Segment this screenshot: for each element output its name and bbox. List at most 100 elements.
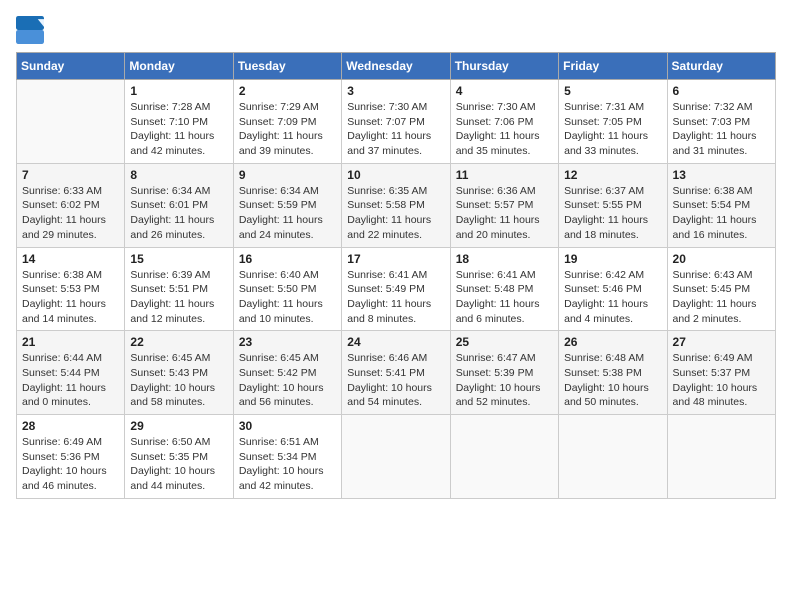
calendar-cell: 28 Sunrise: 6:49 AM Sunset: 5:36 PM Dayli… bbox=[17, 415, 125, 499]
day-number: 20 bbox=[673, 252, 770, 266]
calendar-cell: 5 Sunrise: 7:31 AM Sunset: 7:05 PM Daylig… bbox=[559, 80, 667, 164]
calendar-cell: 14Sunrise: 6:38 AM Sunset: 5:53 PM Dayli… bbox=[17, 247, 125, 331]
calendar-cell: 6 Sunrise: 7:32 AM Sunset: 7:03 PM Daylig… bbox=[667, 80, 775, 164]
logo-icon bbox=[16, 16, 44, 44]
calendar-cell: 9 Sunrise: 6:34 AM Sunset: 5:59 PM Daylig… bbox=[233, 163, 341, 247]
column-header-tuesday: Tuesday bbox=[233, 53, 341, 80]
day-number: 17 bbox=[347, 252, 444, 266]
column-header-saturday: Saturday bbox=[667, 53, 775, 80]
day-number: 1 bbox=[130, 84, 227, 98]
day-number: 28 bbox=[22, 419, 119, 433]
day-info: Sunrise: 6:49 AM Sunset: 5:37 PM Dayligh… bbox=[673, 351, 770, 410]
calendar-cell: 26 Sunrise: 6:48 AM Sunset: 5:38 PM Dayli… bbox=[559, 331, 667, 415]
calendar-cell: 16 Sunrise: 6:40 AM Sunset: 5:50 PM Dayli… bbox=[233, 247, 341, 331]
day-info: Sunrise: 7:30 AM Sunset: 7:06 PM Dayligh… bbox=[456, 100, 553, 159]
day-number: 6 bbox=[673, 84, 770, 98]
day-info: Sunrise: 6:38 AM Sunset: 5:54 PM Dayligh… bbox=[673, 184, 770, 243]
day-info: Sunrise: 6:39 AM Sunset: 5:51 PM Dayligh… bbox=[130, 268, 227, 327]
day-number: 15 bbox=[130, 252, 227, 266]
day-info: Sunrise: 6:41 AM Sunset: 5:49 PM Dayligh… bbox=[347, 268, 444, 327]
logo bbox=[16, 16, 48, 44]
column-header-sunday: Sunday bbox=[17, 53, 125, 80]
calendar-cell: 23 Sunrise: 6:45 AM Sunset: 5:42 PM Dayli… bbox=[233, 331, 341, 415]
calendar-cell: 21 Sunrise: 6:44 AM Sunset: 5:44 PM Dayli… bbox=[17, 331, 125, 415]
day-info: Sunrise: 7:29 AM Sunset: 7:09 PM Dayligh… bbox=[239, 100, 336, 159]
day-number: 30 bbox=[239, 419, 336, 433]
day-info: Sunrise: 6:47 AM Sunset: 5:39 PM Dayligh… bbox=[456, 351, 553, 410]
calendar-cell: 15 Sunrise: 6:39 AM Sunset: 5:51 PM Dayli… bbox=[125, 247, 233, 331]
day-number: 21 bbox=[22, 335, 119, 349]
day-number: 8 bbox=[130, 168, 227, 182]
day-info: Sunrise: 7:30 AM Sunset: 7:07 PM Dayligh… bbox=[347, 100, 444, 159]
calendar-cell: 3 Sunrise: 7:30 AM Sunset: 7:07 PM Daylig… bbox=[342, 80, 450, 164]
calendar-cell: 4 Sunrise: 7:30 AM Sunset: 7:06 PM Daylig… bbox=[450, 80, 558, 164]
day-number: 5 bbox=[564, 84, 661, 98]
calendar-week-1: 1 Sunrise: 7:28 AM Sunset: 7:10 PM Daylig… bbox=[17, 80, 776, 164]
calendar-cell bbox=[342, 415, 450, 499]
day-number: 10 bbox=[347, 168, 444, 182]
calendar-cell: 7 Sunrise: 6:33 AM Sunset: 6:02 PM Daylig… bbox=[17, 163, 125, 247]
day-info: Sunrise: 6:41 AM Sunset: 5:48 PM Dayligh… bbox=[456, 268, 553, 327]
calendar-cell bbox=[450, 415, 558, 499]
calendar-cell: 13Sunrise: 6:38 AM Sunset: 5:54 PM Dayli… bbox=[667, 163, 775, 247]
calendar-cell: 12Sunrise: 6:37 AM Sunset: 5:55 PM Dayli… bbox=[559, 163, 667, 247]
column-header-wednesday: Wednesday bbox=[342, 53, 450, 80]
day-number: 7 bbox=[22, 168, 119, 182]
day-info: Sunrise: 6:49 AM Sunset: 5:36 PM Dayligh… bbox=[22, 435, 119, 494]
day-number: 27 bbox=[673, 335, 770, 349]
day-number: 29 bbox=[130, 419, 227, 433]
calendar-cell: 18 Sunrise: 6:41 AM Sunset: 5:48 PM Dayli… bbox=[450, 247, 558, 331]
calendar-body: 1 Sunrise: 7:28 AM Sunset: 7:10 PM Daylig… bbox=[17, 80, 776, 499]
calendar-cell: 20 Sunrise: 6:43 AM Sunset: 5:45 PM Dayli… bbox=[667, 247, 775, 331]
day-number: 18 bbox=[456, 252, 553, 266]
day-number: 3 bbox=[347, 84, 444, 98]
day-info: Sunrise: 6:45 AM Sunset: 5:42 PM Dayligh… bbox=[239, 351, 336, 410]
calendar-cell: 22Sunrise: 6:45 AM Sunset: 5:43 PM Dayli… bbox=[125, 331, 233, 415]
calendar-week-3: 14Sunrise: 6:38 AM Sunset: 5:53 PM Dayli… bbox=[17, 247, 776, 331]
calendar-cell: 29 Sunrise: 6:50 AM Sunset: 5:35 PM Dayli… bbox=[125, 415, 233, 499]
day-info: Sunrise: 6:45 AM Sunset: 5:43 PM Dayligh… bbox=[130, 351, 227, 410]
calendar-cell: 8 Sunrise: 6:34 AM Sunset: 6:01 PM Daylig… bbox=[125, 163, 233, 247]
calendar-table: SundayMondayTuesdayWednesdayThursdayFrid… bbox=[16, 52, 776, 499]
calendar-cell: 17 Sunrise: 6:41 AM Sunset: 5:49 PM Dayli… bbox=[342, 247, 450, 331]
calendar-cell: 27 Sunrise: 6:49 AM Sunset: 5:37 PM Dayli… bbox=[667, 331, 775, 415]
day-info: Sunrise: 7:32 AM Sunset: 7:03 PM Dayligh… bbox=[673, 100, 770, 159]
day-info: Sunrise: 6:40 AM Sunset: 5:50 PM Dayligh… bbox=[239, 268, 336, 327]
day-info: Sunrise: 6:42 AM Sunset: 5:46 PM Dayligh… bbox=[564, 268, 661, 327]
calendar-cell: 19 Sunrise: 6:42 AM Sunset: 5:46 PM Dayli… bbox=[559, 247, 667, 331]
day-number: 9 bbox=[239, 168, 336, 182]
day-info: Sunrise: 6:44 AM Sunset: 5:44 PM Dayligh… bbox=[22, 351, 119, 410]
calendar-cell bbox=[667, 415, 775, 499]
day-info: Sunrise: 6:43 AM Sunset: 5:45 PM Dayligh… bbox=[673, 268, 770, 327]
day-info: Sunrise: 6:33 AM Sunset: 6:02 PM Dayligh… bbox=[22, 184, 119, 243]
day-info: Sunrise: 6:34 AM Sunset: 6:01 PM Dayligh… bbox=[130, 184, 227, 243]
day-number: 2 bbox=[239, 84, 336, 98]
calendar-cell bbox=[559, 415, 667, 499]
day-number: 23 bbox=[239, 335, 336, 349]
day-number: 25 bbox=[456, 335, 553, 349]
day-info: Sunrise: 6:36 AM Sunset: 5:57 PM Dayligh… bbox=[456, 184, 553, 243]
day-number: 16 bbox=[239, 252, 336, 266]
calendar-week-5: 28 Sunrise: 6:49 AM Sunset: 5:36 PM Dayli… bbox=[17, 415, 776, 499]
column-header-friday: Friday bbox=[559, 53, 667, 80]
day-number: 14 bbox=[22, 252, 119, 266]
day-info: Sunrise: 6:34 AM Sunset: 5:59 PM Dayligh… bbox=[239, 184, 336, 243]
day-info: Sunrise: 6:46 AM Sunset: 5:41 PM Dayligh… bbox=[347, 351, 444, 410]
calendar-cell: 10 Sunrise: 6:35 AM Sunset: 5:58 PM Dayli… bbox=[342, 163, 450, 247]
day-number: 4 bbox=[456, 84, 553, 98]
calendar-header-row: SundayMondayTuesdayWednesdayThursdayFrid… bbox=[17, 53, 776, 80]
calendar-week-4: 21 Sunrise: 6:44 AM Sunset: 5:44 PM Dayli… bbox=[17, 331, 776, 415]
calendar-cell: 30 Sunrise: 6:51 AM Sunset: 5:34 PM Dayli… bbox=[233, 415, 341, 499]
calendar-cell: 11Sunrise: 6:36 AM Sunset: 5:57 PM Dayli… bbox=[450, 163, 558, 247]
calendar-header: SundayMondayTuesdayWednesdayThursdayFrid… bbox=[17, 53, 776, 80]
day-number: 26 bbox=[564, 335, 661, 349]
day-info: Sunrise: 6:50 AM Sunset: 5:35 PM Dayligh… bbox=[130, 435, 227, 494]
day-info: Sunrise: 6:51 AM Sunset: 5:34 PM Dayligh… bbox=[239, 435, 336, 494]
day-info: Sunrise: 7:31 AM Sunset: 7:05 PM Dayligh… bbox=[564, 100, 661, 159]
header bbox=[16, 16, 776, 44]
column-header-monday: Monday bbox=[125, 53, 233, 80]
day-info: Sunrise: 6:48 AM Sunset: 5:38 PM Dayligh… bbox=[564, 351, 661, 410]
day-info: Sunrise: 7:28 AM Sunset: 7:10 PM Dayligh… bbox=[130, 100, 227, 159]
day-info: Sunrise: 6:35 AM Sunset: 5:58 PM Dayligh… bbox=[347, 184, 444, 243]
day-number: 19 bbox=[564, 252, 661, 266]
